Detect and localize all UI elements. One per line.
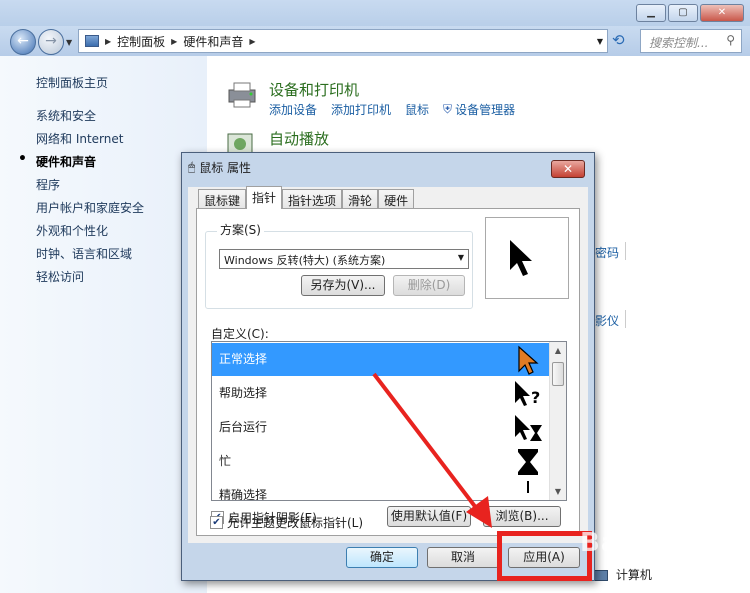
watermark: Baidu经验 — [580, 528, 723, 558]
apply-highlight-box — [497, 531, 592, 581]
annotation-arrow — [372, 372, 492, 528]
tab-pointers[interactable]: 指针 — [246, 186, 283, 209]
